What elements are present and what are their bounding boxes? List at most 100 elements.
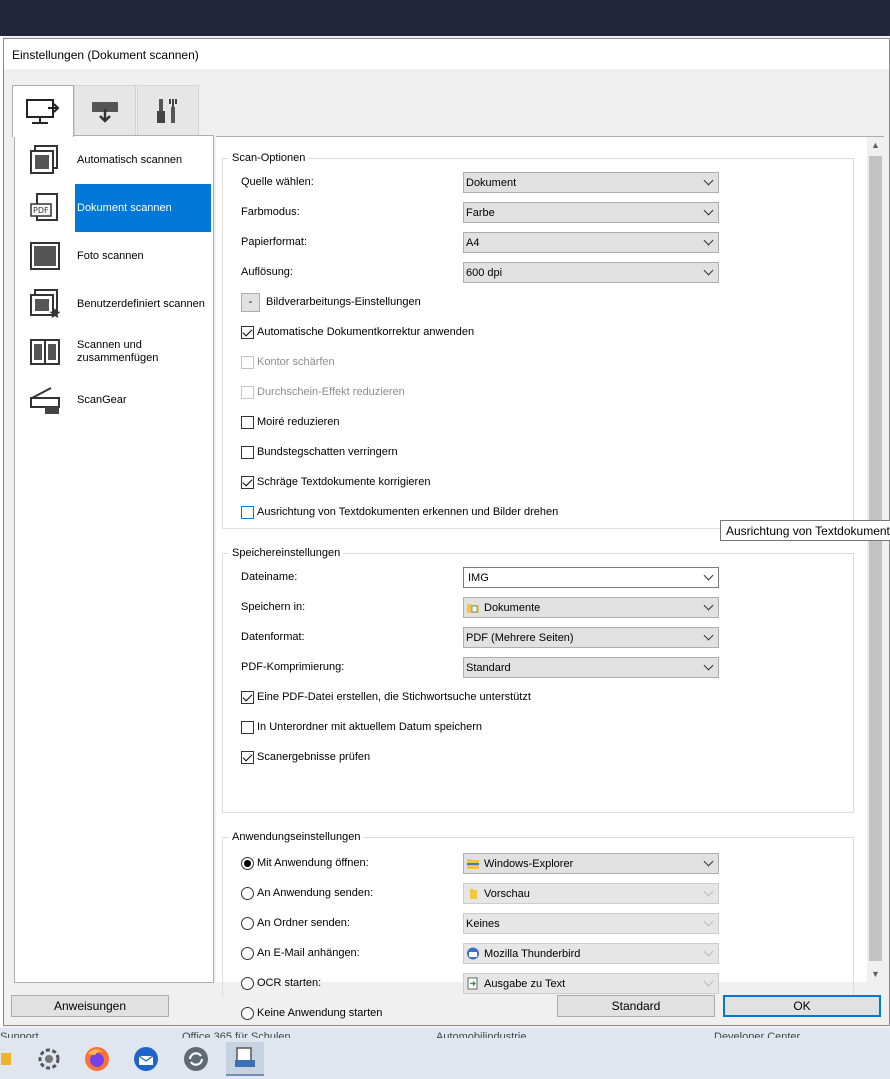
ok-button[interactable]: OK <box>723 995 881 1017</box>
attach-email-select[interactable]: Mozilla Thunderbird <box>463 943 719 964</box>
radio-attach-email[interactable]: An E-Mail anhängen: <box>241 943 360 963</box>
checkbox-sharpen-outline[interactable]: Kontor schärfen <box>241 352 335 372</box>
color-mode-select[interactable]: Farbe <box>463 202 719 223</box>
radio-button[interactable] <box>241 946 254 960</box>
nav-label: ScanGear <box>77 393 127 406</box>
nav-item-scangear[interactable]: ScanGear <box>15 376 213 424</box>
scroll-thumb[interactable] <box>869 156 882 961</box>
vertical-scrollbar[interactable]: ▲ ▼ <box>867 137 884 983</box>
radio-button[interactable] <box>241 856 254 870</box>
checkbox-label: Durchschein-Effekt reduzieren <box>257 386 405 398</box>
color-mode-label: Farbmodus: <box>241 206 300 218</box>
scan-to-pc-icon <box>26 98 60 124</box>
radio-label: OCR starten: <box>257 977 322 989</box>
checkbox-auto-document-correction[interactable]: Automatische Dokumentkorrektur anwenden <box>241 322 474 342</box>
checkbox[interactable] <box>241 475 254 489</box>
window-title: Einstellungen (Dokument scannen) <box>12 48 199 62</box>
radio-open-with-app[interactable]: Mit Anwendung öffnen: <box>241 853 369 873</box>
radio-send-to-app[interactable]: An Anwendung senden: <box>241 883 373 903</box>
radio-no-app[interactable]: Keine Anwendung starten <box>241 1003 382 1023</box>
nav-item-document-scan[interactable]: PDF Dokument scannen <box>15 184 213 232</box>
save-settings-group: Speichereinstellungen Dateiname: IMG Spe… <box>222 547 854 813</box>
radio-send-to-folder[interactable]: An Ordner senden: <box>241 913 350 933</box>
checkbox-correct-slanted-text[interactable]: Schräge Textdokumente korrigieren <box>241 472 430 492</box>
checkbox-label: Bundstegschatten verringern <box>257 446 398 458</box>
paper-size-value: A4 <box>466 236 480 249</box>
checkbox-reduce-gutter-shadow[interactable]: Bundstegschatten verringern <box>241 442 398 462</box>
group-title: Anwendungseinstellungen <box>229 831 364 844</box>
paper-size-select[interactable]: A4 <box>463 232 719 253</box>
save-in-select[interactable]: Dokumente <box>463 597 719 618</box>
source-select[interactable]: Dokument <box>463 172 719 193</box>
scan-utility-icon[interactable] <box>226 1042 264 1076</box>
checkbox[interactable] <box>241 690 254 704</box>
chevron-down-icon <box>703 570 714 581</box>
filename-value: IMG <box>468 571 489 584</box>
instructions-button[interactable]: Anweisungen <box>11 995 169 1017</box>
checkbox-label: Ausrichtung von Textdokumenten erkennen … <box>257 506 559 518</box>
checkbox[interactable] <box>241 385 254 399</box>
radio-button[interactable] <box>241 886 254 900</box>
send-to-app-value: Vorschau <box>484 887 530 900</box>
checkbox[interactable] <box>241 445 254 459</box>
settings-gear-icon[interactable] <box>34 1044 64 1074</box>
pdf-compression-select[interactable]: Standard <box>463 657 719 678</box>
pdf-compression-label: PDF-Komprimierung: <box>241 661 345 673</box>
chevron-down-icon <box>703 916 714 927</box>
nav-item-photo-scan[interactable]: Foto scannen <box>15 232 213 280</box>
radio-button[interactable] <box>241 1006 254 1020</box>
firefox-icon[interactable] <box>82 1044 112 1074</box>
nav-item-stitch-scan[interactable]: Scannen und zusammenfügen <box>15 328 213 376</box>
checkbox-check-results[interactable]: Scanergebnisse prüfen <box>241 747 370 767</box>
scanner-save-icon <box>92 101 118 123</box>
thunderbird-icon[interactable] <box>131 1044 161 1074</box>
scroll-up-icon[interactable]: ▲ <box>867 137 884 154</box>
defaults-button[interactable]: Standard <box>557 995 715 1017</box>
nav-label: Benutzerdefiniert scannen <box>77 297 205 310</box>
resolution-select[interactable]: 600 dpi <box>463 262 719 283</box>
nav-item-custom-scan[interactable]: Benutzerdefiniert scannen <box>15 280 213 328</box>
radio-button[interactable] <box>241 916 254 930</box>
checkbox[interactable] <box>241 505 254 519</box>
checkbox-searchable-pdf[interactable]: Eine PDF-Datei erstellen, die Stichworts… <box>241 687 531 707</box>
checkbox[interactable] <box>241 750 254 764</box>
filename-label: Dateiname: <box>241 571 298 583</box>
image-processing-label: Bildverarbeitungs-Einstellungen <box>266 296 421 308</box>
app-tile-icon[interactable] <box>0 1044 14 1074</box>
send-to-app-select[interactable]: Vorschau <box>463 883 719 904</box>
open-with-app-select[interactable]: Windows-Explorer <box>463 853 719 874</box>
tab-scan-from-panel[interactable] <box>74 85 136 135</box>
checkbox[interactable] <box>241 415 254 429</box>
nav-item-auto-scan[interactable]: Automatisch scannen <box>15 136 213 184</box>
thunderbird-icon <box>466 947 480 960</box>
tooltip: Ausrichtung von Textdokumenten erkennen … <box>720 520 890 541</box>
radio-start-ocr[interactable]: OCR starten: <box>241 973 321 993</box>
save-in-value: Dokumente <box>484 601 541 614</box>
collapse-button[interactable]: - <box>241 292 260 312</box>
checkbox-label: Automatische Dokumentkorrektur anwenden <box>257 326 475 338</box>
checkbox-reduce-show-through[interactable]: Durchschein-Effekt reduzieren <box>241 382 405 402</box>
radio-button[interactable] <box>241 976 254 990</box>
filename-input[interactable]: IMG <box>463 567 719 588</box>
title-bar[interactable]: Einstellungen (Dokument scannen) <box>4 39 889 69</box>
stitch-icon <box>30 339 60 365</box>
checkbox[interactable] <box>241 355 254 369</box>
checkbox-reduce-moire[interactable]: Moiré reduzieren <box>241 412 340 432</box>
checkbox-label: Scanergebnisse prüfen <box>257 751 371 763</box>
scroll-down-icon[interactable]: ▼ <box>867 966 884 983</box>
data-format-select[interactable]: PDF (Mehrere Seiten) <box>463 627 719 648</box>
tab-scan-from-computer[interactable] <box>12 85 74 137</box>
sync-icon[interactable] <box>181 1044 211 1074</box>
checkbox[interactable] <box>241 325 254 339</box>
checkbox-detect-orientation[interactable]: Ausrichtung von Textdokumenten erkennen … <box>241 502 558 522</box>
checkbox-date-subfolder[interactable]: In Unterordner mit aktuellem Datum speic… <box>241 717 482 737</box>
nav-label: Automatisch scannen <box>77 153 183 166</box>
image-processing-row: - Bildverarbeitungs-Einstellungen <box>241 292 421 312</box>
start-ocr-select[interactable]: Ausgabe zu Text <box>463 973 719 994</box>
paper-size-label: Papierformat: <box>241 236 308 248</box>
checkbox[interactable] <box>241 720 254 734</box>
send-to-folder-select[interactable]: Keines <box>463 913 719 934</box>
application-settings-group: Anwendungseinstellungen Mit Anwendung öf… <box>222 831 854 1020</box>
tab-general-settings[interactable] <box>137 85 199 135</box>
chevron-down-icon <box>703 856 714 867</box>
